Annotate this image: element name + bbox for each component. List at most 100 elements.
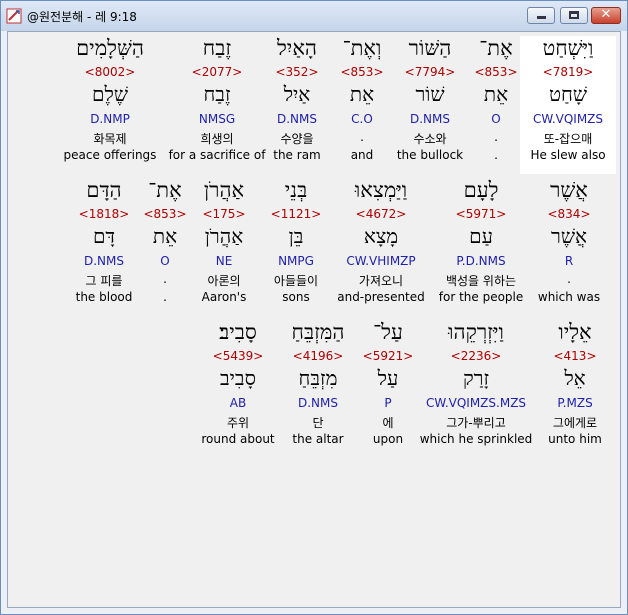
close-icon: ✕ — [600, 7, 612, 22]
parsing-code: P.D.NMS — [456, 254, 506, 268]
lemma: עַם — [469, 224, 493, 248]
lemma: סָבִיב — [220, 366, 256, 390]
lemma: שֶׁלֶם — [92, 82, 128, 106]
word-block[interactable]: הַדָּם <1818> דָּם D.NMS 그 피를 the blood — [64, 178, 144, 316]
lemma: אֵת — [152, 224, 178, 248]
minimize-button[interactable] — [527, 7, 555, 24]
korean-gloss: 주위 — [226, 416, 250, 430]
english-gloss: and-presented — [337, 290, 425, 304]
parsing-code: NE — [215, 254, 233, 268]
title-bar[interactable]: @원전분해 - 레 9:18 ✕ — [1, 1, 627, 31]
parsing-code: CW.VHIMZP — [346, 254, 416, 268]
english-gloss: sons — [282, 290, 310, 304]
korean-gloss: 희생의 — [200, 132, 234, 146]
word-block[interactable]: וַיַּמְצִאוּ <4672> מָצָא CW.VHIMZP 가져오니… — [333, 178, 429, 316]
hebrew-word: אַהֲרֹן — [203, 178, 245, 202]
hebrew-word: וַיַּמְצִאוּ — [354, 178, 408, 202]
korean-gloss: 에 — [382, 416, 394, 430]
korean-gloss: 아론의 — [207, 274, 241, 288]
lemma: אַהֲרֹן — [204, 224, 244, 248]
lemma: בֵּן — [288, 224, 304, 248]
word-block[interactable]: סָבִיב׃ <5439> סָבִיב AB 주위 round about — [198, 320, 278, 458]
english-gloss: peace offerings — [63, 148, 157, 162]
strong-number[interactable]: <5971> — [426, 207, 536, 221]
client-area: וַיִּשְׁחַט <7819> שָׁחַט CW.VQIMZS 또-잡으… — [7, 31, 621, 608]
parsing-code: O — [160, 254, 170, 268]
korean-gloss: 그에게로 — [552, 416, 598, 430]
maximize-button[interactable] — [560, 7, 588, 24]
hebrew-word: אֵלָיו — [558, 320, 592, 344]
hebrew-word: עַל־ — [373, 320, 403, 344]
app-window: @원전분해 - 레 9:18 ✕ וַיִּשְׁחַט <7819> שָׁח… — [0, 0, 628, 615]
english-gloss: for the people — [438, 290, 524, 304]
word-block[interactable]: זֶבַח <2077> זֶבַח NMSG 희생의 for a sacrif… — [165, 36, 269, 174]
lemma: עַל — [377, 366, 399, 390]
word-block[interactable]: לָעָם <5971> עַם P.D.NMS 백성을 위하는 for the… — [426, 178, 536, 316]
lemma: זָרַק — [462, 366, 490, 390]
parsing-code: R — [564, 254, 574, 268]
maximize-icon — [569, 11, 579, 19]
hebrew-word: הַדָּם — [86, 178, 122, 202]
hebrew-word: הַשְּׁלָמִים — [76, 36, 144, 60]
parsing-code: P — [384, 396, 392, 410]
lemma: דָּם — [92, 224, 116, 248]
english-gloss: round about — [201, 432, 275, 446]
parsing-code: CW.VQIMZS.MZS — [425, 396, 527, 410]
english-gloss: upon — [372, 432, 404, 446]
app-icon — [6, 8, 22, 24]
close-button[interactable]: ✕ — [591, 7, 621, 24]
hebrew-word: אֲשֶׁר — [550, 178, 588, 202]
korean-gloss: 백성을 위하는 — [445, 274, 517, 288]
strong-number[interactable]: <5921> — [358, 349, 418, 363]
word-block[interactable]: אֶת־ <853> אֵת O . . — [135, 178, 195, 316]
word-block[interactable]: אֲשֶׁר <834> אֲשֶׁר R . which was — [525, 178, 613, 316]
korean-gloss: 그 피를 — [85, 274, 123, 288]
word-block[interactable]: אֵלָיו <413> אֵל P.MZS 그에게로 unto him — [533, 320, 617, 458]
parsing-code: P.MZS — [557, 396, 593, 410]
strong-number[interactable]: <413> — [533, 349, 617, 363]
strong-number[interactable]: <834> — [525, 207, 613, 221]
korean-gloss: 그가-뿌리고 — [446, 416, 506, 430]
word-block[interactable]: בְּנֵי <1121> בֵּן NMPG 아들들이 sons — [256, 178, 336, 316]
korean-gloss: . — [567, 272, 571, 286]
word-block[interactable]: וַיִּזְרְקֵהוּ <2236> זָרַק CW.VQIMZS.MZ… — [414, 320, 538, 458]
strong-number[interactable]: <2077> — [165, 65, 269, 79]
parsing-code: D.NMS — [83, 254, 124, 268]
strong-number[interactable]: <853> — [135, 207, 195, 221]
english-gloss: which was — [537, 290, 601, 304]
strong-number[interactable]: <4672> — [333, 207, 429, 221]
interlinear-panel: וַיִּשְׁחַט <7819> שָׁחַט CW.VQIMZS 또-잡으… — [8, 32, 620, 607]
parsing-code: D.NMP — [90, 112, 130, 126]
english-gloss: which he sprinkled — [419, 432, 533, 446]
word-block[interactable]: אַהֲרֹן <175> אַהֲרֹן NE 아론의 Aaron's — [186, 178, 262, 316]
parsing-code: D.NMS — [297, 396, 338, 410]
strong-number[interactable]: <1121> — [256, 207, 336, 221]
english-gloss: the altar — [292, 432, 344, 446]
parsing-code: AB — [229, 396, 247, 410]
english-gloss: . — [163, 290, 167, 304]
strong-number[interactable]: <8002> — [60, 65, 160, 79]
english-gloss: the blood — [75, 290, 133, 304]
strong-number[interactable]: <5439> — [198, 349, 278, 363]
word-block[interactable]: הַמִּזְבֵּחַ <4196> מִזְבֵּחַ D.NMS 단 th… — [280, 320, 356, 458]
word-block[interactable]: עַל־ <5921> עַל P 에 upon — [358, 320, 418, 458]
hebrew-word: בְּנֵי — [284, 178, 308, 202]
parsing-code: NMPG — [278, 254, 314, 268]
hebrew-word: זֶבַח — [202, 36, 232, 60]
korean-gloss: 가져오니 — [358, 274, 404, 288]
hebrew-word: לָעָם — [463, 178, 499, 202]
strong-number[interactable]: <175> — [186, 207, 262, 221]
strong-number[interactable]: <1818> — [64, 207, 144, 221]
hebrew-word: סָבִיב׃ — [219, 320, 257, 344]
hebrew-word: הַמִּזְבֵּחַ — [291, 320, 345, 344]
strong-number[interactable]: <2236> — [414, 349, 538, 363]
window-title: @원전분해 - 레 9:18 — [27, 10, 137, 24]
lemma: מָצָא — [363, 224, 399, 248]
korean-gloss: . — [163, 272, 167, 286]
hebrew-word: וַיִּזְרְקֵהוּ — [448, 320, 504, 344]
word-block[interactable]: הַשְּׁלָמִים <8002> שֶׁלֶם D.NMP 화목제 pea… — [60, 36, 160, 174]
english-gloss: unto him — [548, 432, 602, 446]
strong-number[interactable]: <4196> — [280, 349, 356, 363]
lemma: זֶבַח — [203, 82, 231, 106]
korean-gloss: 화목제 — [93, 132, 127, 146]
